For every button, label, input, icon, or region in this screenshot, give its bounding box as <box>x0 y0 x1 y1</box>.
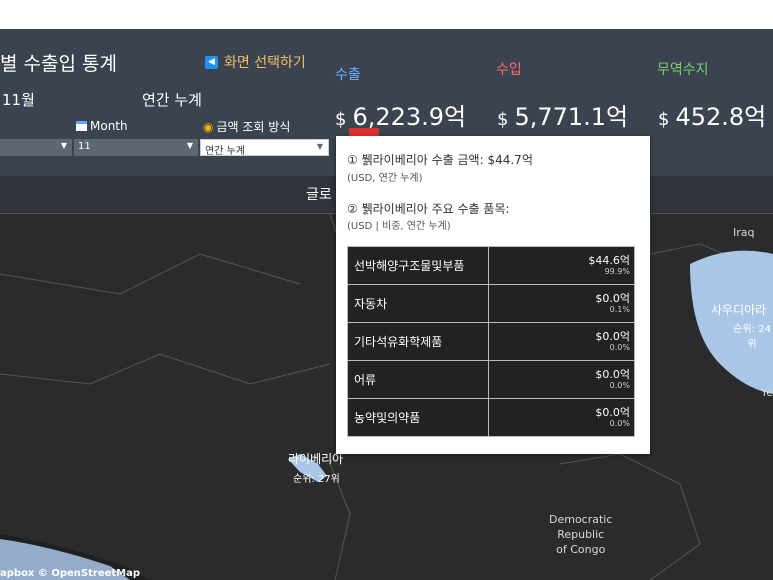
tooltip-export-amount: ① 뷁라이베리아 수출 금액: $44.7억 <box>347 153 533 167</box>
label-yemen: Ye <box>761 386 773 399</box>
item-amount: $44.6억 <box>588 253 630 267</box>
table-row: 자동차 $0.0억 0.1% <box>347 284 635 323</box>
currency-symbol: $ <box>335 109 347 130</box>
item-share: 0.0% <box>609 342 630 352</box>
chevron-down-icon: ▼ <box>60 141 67 150</box>
method-label-text: 금액 조회 방식 <box>216 120 291 134</box>
table-row: 농약및의약품 $0.0억 0.0% <box>347 398 635 437</box>
table-row: 어류 $0.0억 0.0% <box>347 360 635 399</box>
currency-symbol: $ <box>497 109 509 130</box>
item-value: $0.0억 0.1% <box>488 284 635 323</box>
table-row: 선박해양구조물및부품 $44.6억 99.9% <box>347 246 635 285</box>
item-amount: $0.0억 <box>595 291 630 305</box>
label-liberia-rank: 순위: 27위 <box>293 474 340 485</box>
chevron-down-icon: ▼ <box>316 142 323 151</box>
selected-month: 11월 <box>2 91 35 109</box>
month-label: Month <box>76 119 128 133</box>
selected-period: 연간 누계 <box>142 91 202 109</box>
item-value: $0.0억 0.0% <box>488 360 635 399</box>
play-icon: ◀ <box>205 55 218 69</box>
tab-global[interactable]: 글로 <box>306 184 332 204</box>
import-amount: 5,771.1억 <box>514 103 629 131</box>
table-row: 기타석유화학제품 $0.0억 0.0% <box>347 322 635 361</box>
item-amount: $0.0억 <box>595 367 630 381</box>
label-iraq: Iraq <box>733 226 755 239</box>
item-name: 기타석유화학제품 <box>347 322 489 361</box>
item-share: 0.1% <box>609 304 630 314</box>
method-dropdown[interactable]: 연간 누계 ▼ <box>200 139 329 157</box>
label-saudi: 사우디아라 <box>711 303 767 317</box>
page-title: 별 수출입 통계 <box>0 53 117 75</box>
currency-symbol: $ <box>658 109 670 130</box>
label-congo: Democratic Republic of Congo <box>549 513 613 556</box>
money-bag-icon: ◉ <box>203 119 214 134</box>
screen-select-button[interactable]: ◀ 화면 선택하기 <box>205 52 306 72</box>
export-label: 수출 <box>335 67 361 83</box>
item-amount: $0.0억 <box>595 405 630 419</box>
month-dropdown[interactable]: 11 ▼ <box>74 139 198 156</box>
item-share: 99.9% <box>604 266 630 276</box>
item-value: $0.0억 0.0% <box>488 398 635 437</box>
balance-amount: 452.8억 <box>675 103 767 131</box>
month-label-text: Month <box>90 119 128 133</box>
item-name: 어류 <box>347 360 489 399</box>
item-value: $0.0억 0.0% <box>488 322 635 361</box>
item-amount: $0.0억 <box>595 329 630 343</box>
tooltip-items-table: 선박해양구조물및부품 $44.6억 99.9% 자동차 $0.0억 0.1% 기타석… <box>347 246 635 437</box>
method-label: ◉ 금액 조회 방식 <box>203 118 290 135</box>
item-share: 0.0% <box>609 418 630 428</box>
item-name: 자동차 <box>347 284 489 323</box>
country-dropdown[interactable]: ▼ <box>0 139 72 156</box>
map-attribution[interactable]: apbox © OpenStreetMap <box>0 568 140 579</box>
item-value: $44.6억 99.9% <box>488 246 635 285</box>
import-value: $5,771.1억 <box>497 97 628 132</box>
red-indicator <box>349 128 379 136</box>
item-name: 선박해양구조물및부품 <box>347 246 489 285</box>
top-bar <box>0 0 773 29</box>
item-name: 농약및의약품 <box>347 398 489 437</box>
export-amount: 6,223.9억 <box>352 103 467 131</box>
item-share: 0.0% <box>609 380 630 390</box>
label-saudi-rank: 순위: 24위 <box>733 324 771 350</box>
tooltip-items-note: (USD | 비중, 연간 누계) <box>347 221 451 232</box>
chevron-down-icon: ▼ <box>186 141 193 150</box>
method-dropdown-value: 연간 누계 <box>205 146 245 157</box>
tooltip-export-note: (USD, 연간 누계) <box>347 173 423 184</box>
country-tooltip: ① 뷁라이베리아 수출 금액: $44.7억 (USD, 연간 누계) ② 뷁라… <box>336 136 650 454</box>
month-dropdown-value: 11 <box>78 141 91 152</box>
export-value: $6,223.9억 <box>335 97 466 132</box>
balance-label: 무역수지 <box>657 62 709 78</box>
tooltip-items-title: ② 뷁라이베리아 주요 수출 품목: <box>347 202 510 216</box>
balance-value: $452.8억 <box>658 97 766 132</box>
screen-select-label: 화면 선택하기 <box>224 55 306 71</box>
calendar-icon <box>76 121 87 131</box>
import-label: 수입 <box>496 62 522 78</box>
label-liberia: 라이베리아 <box>288 452 344 466</box>
